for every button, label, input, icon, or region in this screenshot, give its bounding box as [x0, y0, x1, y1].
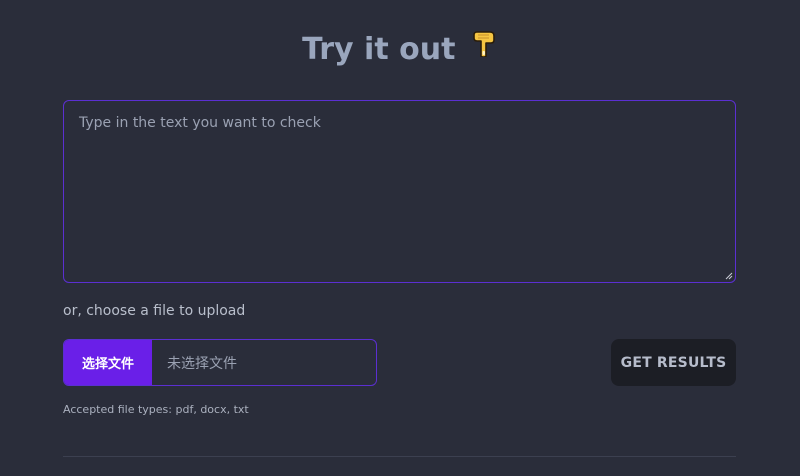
resize-handle-icon[interactable] — [725, 272, 733, 280]
try-it-out-section: Try it out or, choose a file to upload 选… — [0, 0, 800, 476]
file-upload-input[interactable]: 选择文件 未选择文件 — [63, 339, 377, 386]
no-file-chosen-text: 未选择文件 — [167, 355, 237, 372]
accepted-file-types-note: Accepted file types: pdf, docx, txt — [63, 403, 249, 416]
page-title: Try it out — [302, 32, 456, 67]
text-to-check-input[interactable] — [64, 101, 735, 282]
choose-file-button[interactable]: 选择文件 — [64, 340, 152, 385]
section-divider — [63, 456, 736, 457]
get-results-button[interactable]: GET RESULTS — [611, 339, 736, 386]
text-input-container — [63, 100, 736, 283]
upload-instruction-label: or, choose a file to upload — [63, 303, 246, 319]
section-heading: Try it out — [0, 30, 800, 71]
pointing-down-hand-icon — [472, 27, 498, 68]
